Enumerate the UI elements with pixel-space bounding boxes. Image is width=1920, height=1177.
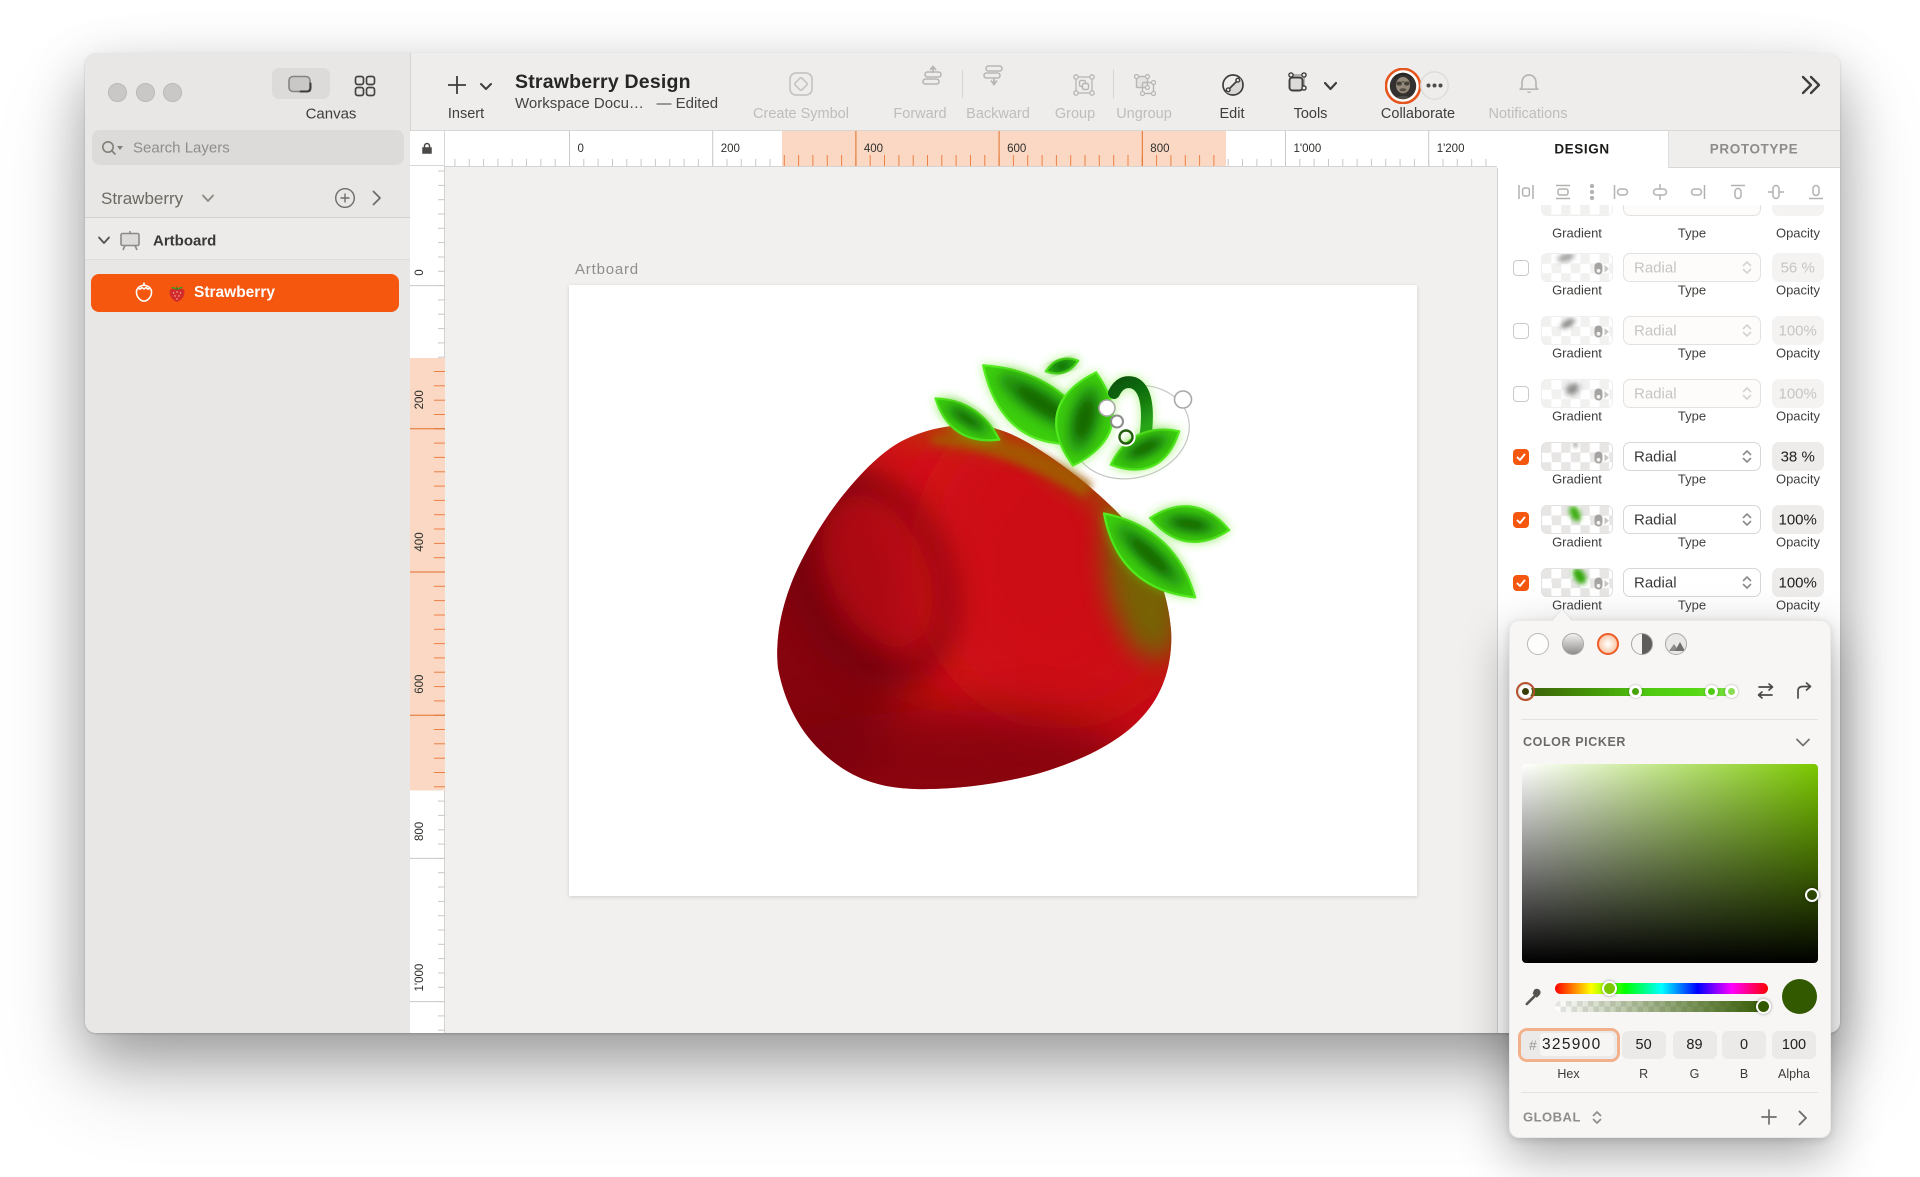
svg-text:400: 400 bbox=[414, 532, 426, 551]
svg-text:200: 200 bbox=[414, 390, 426, 409]
svg-text:1'000: 1'000 bbox=[1294, 143, 1322, 155]
svg-text:1'200: 1'200 bbox=[1437, 143, 1465, 155]
svg-text:600: 600 bbox=[1007, 143, 1026, 155]
svg-text:1'000: 1'000 bbox=[414, 964, 426, 992]
svg-text:800: 800 bbox=[414, 822, 426, 841]
svg-text:800: 800 bbox=[1150, 143, 1169, 155]
svg-text:600: 600 bbox=[414, 675, 426, 694]
svg-text:200: 200 bbox=[721, 143, 740, 155]
svg-text:0: 0 bbox=[414, 269, 426, 275]
svg-text:400: 400 bbox=[864, 143, 883, 155]
svg-text:0: 0 bbox=[578, 143, 584, 155]
